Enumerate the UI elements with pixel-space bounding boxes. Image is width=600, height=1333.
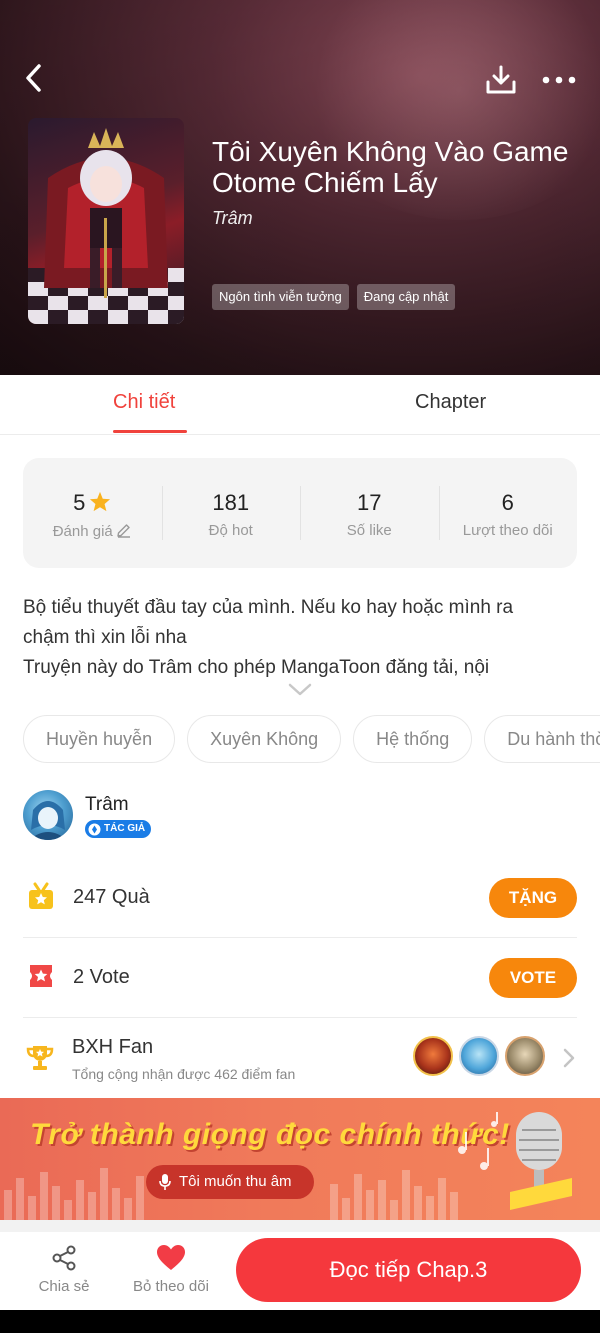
vote-ticket-icon (30, 965, 52, 987)
active-tab-indicator (113, 430, 187, 433)
continue-reading-button[interactable]: Đọc tiếp Chap.3 (236, 1238, 581, 1302)
tag-category[interactable]: Ngôn tình viễn tưởng (212, 284, 349, 310)
genre-chip[interactable]: Hệ thống (353, 715, 473, 763)
fan-ranking-title: BXH Fan (72, 1036, 154, 1058)
heart-icon (157, 1245, 185, 1270)
likes-label: Số like (346, 522, 392, 539)
story-header: Tôi Xuyên Không Vào Game Otome Chiếm Lấy… (0, 0, 600, 375)
followers-label: Lượt theo dõi (462, 522, 553, 539)
stat-followers: 6 Lượt theo dõi (438, 458, 578, 568)
fan-avatar-3[interactable] (505, 1036, 545, 1076)
tab-bar: Chi tiết Chapter (0, 375, 600, 435)
bottom-action-bar: Chia sẻ Bỏ theo dõi Đọc tiếp Chap.3 (0, 1232, 600, 1310)
expand-chevron-icon[interactable] (287, 682, 313, 698)
microphone-icon (159, 1174, 171, 1190)
gift-icon (29, 882, 53, 909)
verified-icon (88, 823, 101, 835)
fan-avatar-2[interactable] (459, 1036, 499, 1076)
genre-chip[interactable]: Huyền huyễn (23, 715, 176, 763)
banner-title: Trở thành giọng đọc chính thức! (30, 1118, 510, 1151)
genre-chip[interactable]: Du hành thời (484, 715, 600, 763)
gift-button[interactable]: TẶNG (489, 878, 577, 918)
description-line: Truyện này do Trâm cho phép MangaToon đă… (23, 657, 490, 678)
description-line: chậm thì xin lỗi nha (23, 627, 187, 648)
share-icon (52, 1245, 76, 1271)
genre-chip[interactable]: Xuyên Không (187, 715, 342, 763)
share-button[interactable]: Chia sẻ (36, 1244, 92, 1295)
tab-chapters[interactable]: Chapter (415, 391, 486, 414)
unfollow-button[interactable]: Bỏ theo dõi (128, 1244, 214, 1295)
vote-row: 2 Vote VOTE (23, 938, 577, 1018)
stat-rating[interactable]: 5 Đánh giá (23, 458, 162, 568)
description-line: Bộ tiểu thuyết đầu tay của mình. Nếu ko … (23, 597, 514, 618)
rating-label: Đánh giá (52, 523, 113, 540)
author-badge: TÁC GIẢ (85, 820, 152, 838)
genre-chips: Huyền huyễn Xuyên Không Hệ thống Du hành… (23, 715, 600, 763)
vote-count: 2 Vote (73, 966, 130, 988)
unfollow-label: Bỏ theo dõi (133, 1278, 209, 1295)
fan-avatar-1[interactable] (413, 1036, 453, 1076)
back-arrow-icon[interactable] (20, 62, 48, 94)
hot-label: Độ hot (208, 522, 253, 539)
tag-status: Đang cập nhật (356, 284, 456, 310)
studio-microphone-icon (510, 1112, 572, 1210)
book-cover[interactable] (28, 118, 184, 324)
fan-ranking-row[interactable]: BXH Fan Tổng cộng nhận được 462 điểm fan (23, 1020, 577, 1098)
record-button-label: Tôi muốn thu âm (179, 1173, 292, 1190)
app-screen: Tôi Xuyên Không Vào Game Otome Chiếm Lấy… (0, 0, 600, 1310)
voice-actor-banner[interactable]: Trở thành giọng đọc chính thức! Tôi muốn… (0, 1098, 600, 1220)
download-icon[interactable] (484, 64, 518, 96)
fan-ranking-subtitle: Tổng cộng nhận được 462 điểm fan (72, 1066, 296, 1082)
trophy-icon (26, 1046, 54, 1070)
author-badge-label: TÁC GIẢ (104, 823, 146, 834)
followers-value: 6 (501, 490, 514, 515)
story-title: Tôi Xuyên Không Vào Game Otome Chiếm Lấy (212, 136, 569, 198)
more-icon[interactable] (540, 68, 578, 92)
story-author[interactable]: Trâm (212, 208, 253, 229)
rating-value: 5 (73, 490, 86, 515)
share-label: Chia sẻ (38, 1278, 90, 1295)
vote-button[interactable]: VOTE (489, 958, 577, 998)
likes-value: 17 (357, 490, 382, 515)
story-description[interactable]: Bộ tiểu thuyết đầu tay của mình. Nếu ko … (23, 593, 578, 683)
record-button[interactable]: Tôi muốn thu âm (146, 1165, 314, 1199)
author-name: Trâm (85, 794, 129, 815)
star-icon (90, 491, 111, 512)
stat-hot: 181 Độ hot (161, 458, 301, 568)
stats-panel: 5 Đánh giá 181 Độ hot 17 Số like 6 Lượt … (23, 458, 577, 568)
edit-pen-icon[interactable] (115, 522, 132, 539)
stat-likes: 17 Số like (300, 458, 439, 568)
chevron-right-icon[interactable] (563, 1048, 575, 1068)
tab-details[interactable]: Chi tiết (113, 391, 175, 414)
author-avatar[interactable] (23, 790, 73, 840)
gift-count: 247 Quà (73, 886, 150, 908)
hot-value: 181 (212, 490, 250, 515)
gift-row: 247 Quà TẶNG (23, 858, 577, 938)
story-tags: Ngôn tình viễn tưởng Đang cập nhật (212, 284, 456, 310)
section-divider (0, 1220, 600, 1232)
